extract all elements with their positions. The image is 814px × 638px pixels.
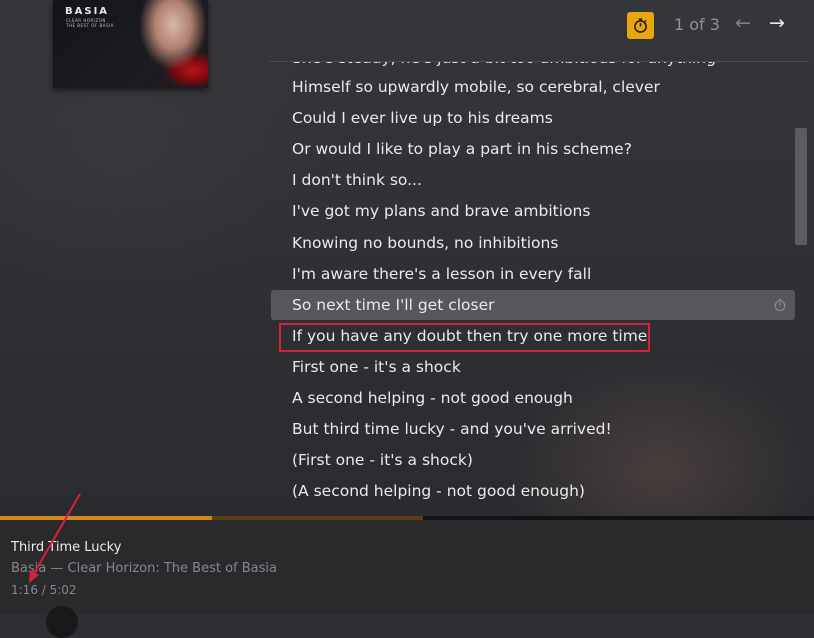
lyric-line[interactable]: First one - it's a shock xyxy=(271,352,795,382)
lyrics-scrollbar[interactable] xyxy=(795,128,807,245)
track-title[interactable]: Third Time Lucky xyxy=(11,540,121,555)
lyric-line[interactable]: Could I ever live up to his dreams xyxy=(271,103,795,133)
album-cover-subtitle: CLEAR HORIZON THE BEST OF BASIA xyxy=(66,18,114,28)
stopwatch-icon[interactable] xyxy=(773,298,787,312)
page-indicator: 1 of 3 xyxy=(674,15,720,34)
lyric-line[interactable]: (First one - it's a shock) xyxy=(271,445,795,475)
lyric-line[interactable]: A second helping - not good enough xyxy=(271,383,795,413)
lyric-line[interactable]: Knowing no bounds, no inhibitions xyxy=(271,228,795,258)
stopwatch-icon xyxy=(634,18,647,33)
track-time: 1:16 / 5:02 xyxy=(11,583,77,597)
lyric-line[interactable]: I don't think so... xyxy=(271,165,795,195)
lyric-line[interactable]: Himself so upwardly mobile, so cerebral,… xyxy=(271,72,795,102)
annotation-highlight-box xyxy=(279,323,650,352)
player-bar: Third Time Lucky Basia — Clear Horizon: … xyxy=(0,520,814,638)
lyric-line-active-text: So next time I'll get closer xyxy=(292,295,495,314)
lyrics-list[interactable]: She's steady, he's just a bit too ambiti… xyxy=(271,62,795,517)
lyric-line[interactable]: Or would I like to play a part in his sc… xyxy=(271,134,795,164)
arrow-right-icon[interactable]: → xyxy=(769,12,785,34)
lyric-line[interactable]: I'm aware there's a lesson in every fall xyxy=(271,259,795,289)
sync-timer-button[interactable] xyxy=(627,12,654,39)
album-cover[interactable]: BASIA CLEAR HORIZON THE BEST OF BASIA xyxy=(53,0,208,88)
lyric-line[interactable]: I've got my plans and brave ambitions xyxy=(271,196,795,226)
album-cover-title: BASIA xyxy=(65,6,110,17)
lyric-line[interactable]: But third time lucky - and you've arrive… xyxy=(271,414,795,444)
lyric-line-active[interactable]: So next time I'll get closer xyxy=(271,289,795,320)
play-button[interactable] xyxy=(46,606,78,638)
lyric-line-partial: She's steady, he's just a bit too ambiti… xyxy=(292,62,716,67)
arrow-left-icon[interactable]: ← xyxy=(735,12,751,34)
lyric-line[interactable]: (A second helping - not good enough) xyxy=(271,476,795,506)
track-artist[interactable]: Basia — Clear Horizon: The Best of Basia xyxy=(11,561,277,576)
